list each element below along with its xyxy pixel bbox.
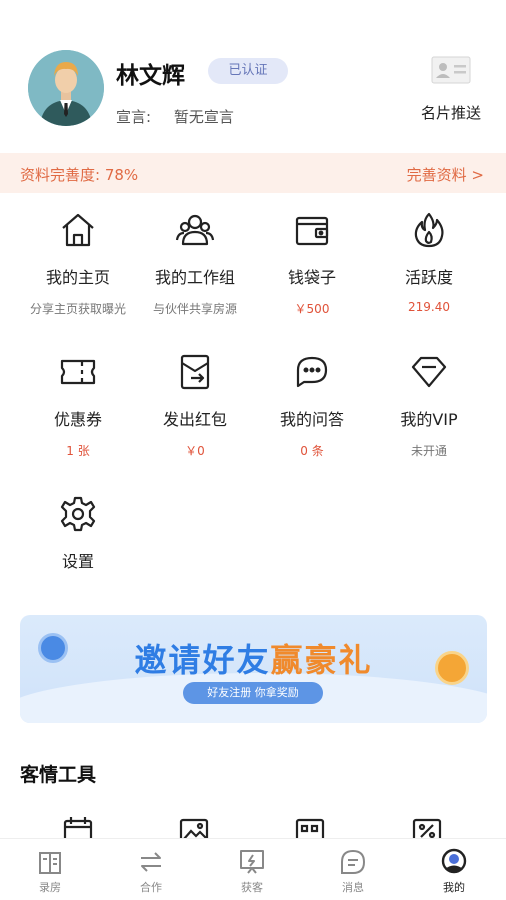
completeness-text: 资料完善度: 78%: [20, 166, 139, 184]
tab-label: 录房: [39, 881, 61, 894]
business-card-icon: [431, 56, 471, 84]
grid-sub: 与伙伴共享房源: [152, 302, 237, 316]
banner-pill: 好友注册 你拿奖励: [183, 682, 323, 704]
tab-cooperate[interactable]: 合作: [101, 847, 201, 895]
gear-icon: [60, 496, 96, 532]
red-packet-icon: [180, 354, 210, 390]
tab-mine[interactable]: 我的: [404, 847, 504, 895]
grid-label: 我的VIP: [400, 410, 458, 429]
grid-label: 发出红包: [162, 410, 227, 429]
grid-sub: ￥500: [294, 302, 330, 316]
group-icon: [175, 214, 215, 246]
card-push-button[interactable]: 名片推送: [416, 50, 486, 123]
motto: 宣言: 暂无宣言: [116, 106, 234, 127]
grid-sub: 分享主页获取曝光: [29, 302, 126, 316]
diamond-icon: [411, 356, 447, 388]
complete-profile-link[interactable]: 完善资料 >: [407, 164, 484, 185]
tab-label: 消息: [342, 881, 364, 894]
grid-item-coupon[interactable]: 优惠券 1 张: [15, 352, 141, 459]
grid-item-vip[interactable]: 我的VIP 未开通: [366, 352, 492, 459]
grid-item-activity[interactable]: 活跃度 219.40: [366, 210, 492, 314]
grid-label: 我的工作组: [154, 268, 235, 287]
grid-item-homepage[interactable]: 我的主页 分享主页获取曝光: [15, 210, 141, 317]
tab-get-customers[interactable]: 获客: [202, 847, 302, 895]
user-icon: [441, 848, 467, 874]
banner-title-part1: 邀请好友: [134, 641, 271, 679]
grid-sub: 未开通: [410, 444, 447, 458]
tab-label: 获客: [241, 881, 263, 894]
grid-label: 活跃度: [404, 268, 453, 287]
tab-label: 合作: [140, 881, 162, 894]
verified-badge: 已认证: [208, 58, 288, 84]
grid-sub: 219.40: [408, 300, 450, 314]
tab-messages[interactable]: 消息: [303, 847, 403, 895]
presentation-icon: [240, 850, 264, 874]
home-icon: [62, 213, 94, 247]
grid-item-red-packet[interactable]: 发出红包 ￥0: [132, 352, 258, 459]
grid-sub: ￥0: [185, 444, 205, 458]
grid-sub: 0 条: [300, 444, 324, 458]
section-title: 客情工具: [20, 764, 97, 786]
tab-label: 我的: [443, 881, 465, 894]
chat-icon: [296, 356, 328, 388]
grid-item-wallet[interactable]: 钱袋子 ￥500: [249, 210, 375, 317]
coupon-icon: [60, 359, 96, 385]
avatar[interactable]: [28, 50, 104, 126]
grid-label: 钱袋子: [287, 268, 336, 287]
card-push-label: 名片推送: [420, 104, 481, 122]
grid-label: 我的主页: [45, 268, 110, 287]
grid-item-qa[interactable]: 我的问答 0 条: [249, 352, 375, 459]
banner-title-part2: 赢豪礼: [270, 641, 373, 679]
grid-item-workgroup[interactable]: 我的工作组 与伙伴共享房源: [132, 210, 258, 317]
grid-sub: 1 张: [66, 444, 90, 458]
banner-title: 邀请好友赢豪礼: [20, 635, 487, 681]
flame-icon: [414, 212, 444, 248]
motto-value: 暂无宣言: [173, 108, 234, 126]
profile-completeness-bar: 资料完善度: 78% 完善资料 >: [0, 153, 506, 193]
invite-friends-banner[interactable]: 邀请好友赢豪礼 好友注册 你拿奖励: [20, 615, 487, 723]
motto-label: 宣言:: [116, 108, 152, 126]
swap-icon: [141, 852, 161, 872]
user-name: 林文辉: [116, 63, 185, 89]
grid-label: 我的问答: [279, 410, 344, 429]
message-icon: [341, 849, 366, 874]
profile-header: 林文辉 已认证 宣言: 暂无宣言 名片推送: [28, 50, 486, 130]
bottom-tab-bar: 录房 合作 获客 消息 我的: [0, 838, 506, 900]
grid-label: 设置: [61, 552, 94, 571]
tab-record-house[interactable]: 录房: [0, 847, 100, 895]
document-icon: [39, 852, 61, 874]
grid-label: 优惠券: [53, 410, 102, 429]
wallet-icon: [295, 216, 329, 246]
grid-item-settings[interactable]: 设置: [15, 494, 141, 572]
